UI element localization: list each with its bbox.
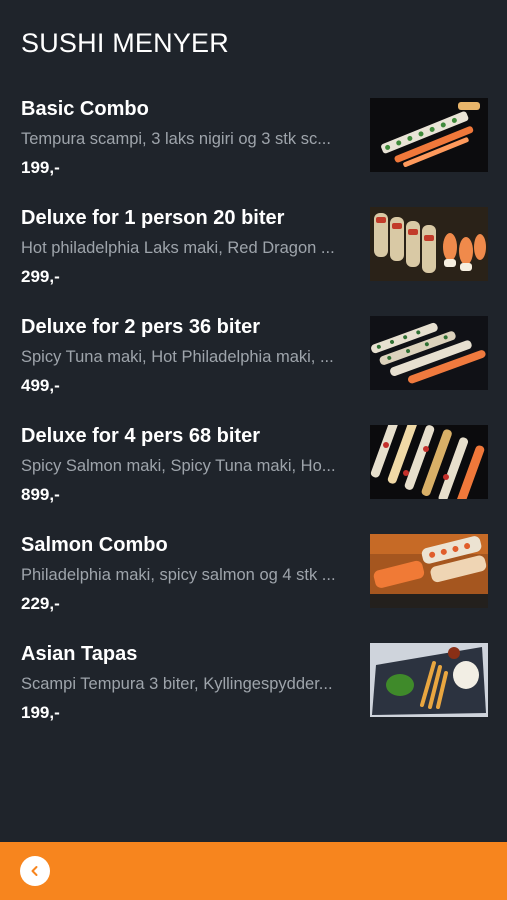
item-name: Deluxe for 4 pers 68 biter <box>21 425 260 447</box>
item-description: Tempura scampi, 3 laks nigiri og 3 stk s… <box>21 130 331 148</box>
tapas-plate-image <box>370 643 488 717</box>
item-description: Hot philadelphia Laks maki, Red Dragon .… <box>21 239 335 257</box>
item-name: Salmon Combo <box>21 534 168 556</box>
page-title: SUSHI MENYER <box>21 28 229 58</box>
item-description: Philadelphia maki, spicy salmon og 4 stk… <box>21 566 336 584</box>
item-name: Deluxe for 1 person 20 biter <box>21 207 285 229</box>
item-price: 199,- <box>21 158 60 177</box>
bottom-bar <box>0 842 507 900</box>
item-price: 229,- <box>21 594 60 613</box>
menu-item[interactable]: Salmon Combo Philadelphia maki, spicy sa… <box>0 528 507 637</box>
menu-item[interactable]: Asian Tapas Scampi Tempura 3 biter, Kyll… <box>0 637 507 746</box>
item-price: 299,- <box>21 267 60 286</box>
item-description: Scampi Tempura 3 biter, Kyllingespydder.… <box>21 675 333 693</box>
salmon-rolls-image <box>370 534 488 608</box>
item-name: Asian Tapas <box>21 643 138 665</box>
chevron-left-icon <box>31 866 38 876</box>
item-name: Basic Combo <box>21 98 149 120</box>
sushi-combo-image <box>370 98 488 172</box>
sushi-platter-image <box>370 207 488 281</box>
item-price: 899,- <box>21 485 60 504</box>
item-description: Spicy Salmon maki, Spicy Tuna maki, Ho..… <box>21 457 336 475</box>
menu-list: Basic Combo Tempura scampi, 3 laks nigir… <box>0 92 507 746</box>
item-price: 499,- <box>21 376 60 395</box>
back-button[interactable] <box>20 856 50 886</box>
item-name: Deluxe for 2 pers 36 biter <box>21 316 260 338</box>
menu-item[interactable]: Deluxe for 1 person 20 biter Hot philade… <box>0 201 507 310</box>
menu-item[interactable]: Basic Combo Tempura scampi, 3 laks nigir… <box>0 92 507 201</box>
menu-item[interactable]: Deluxe for 4 pers 68 biter Spicy Salmon … <box>0 419 507 528</box>
sushi-platter-image <box>370 425 488 499</box>
menu-item[interactable]: Deluxe for 2 pers 36 biter Spicy Tuna ma… <box>0 310 507 419</box>
sushi-platter-image <box>370 316 488 390</box>
item-description: Spicy Tuna maki, Hot Philadelphia maki, … <box>21 348 334 366</box>
item-price: 199,- <box>21 703 60 722</box>
